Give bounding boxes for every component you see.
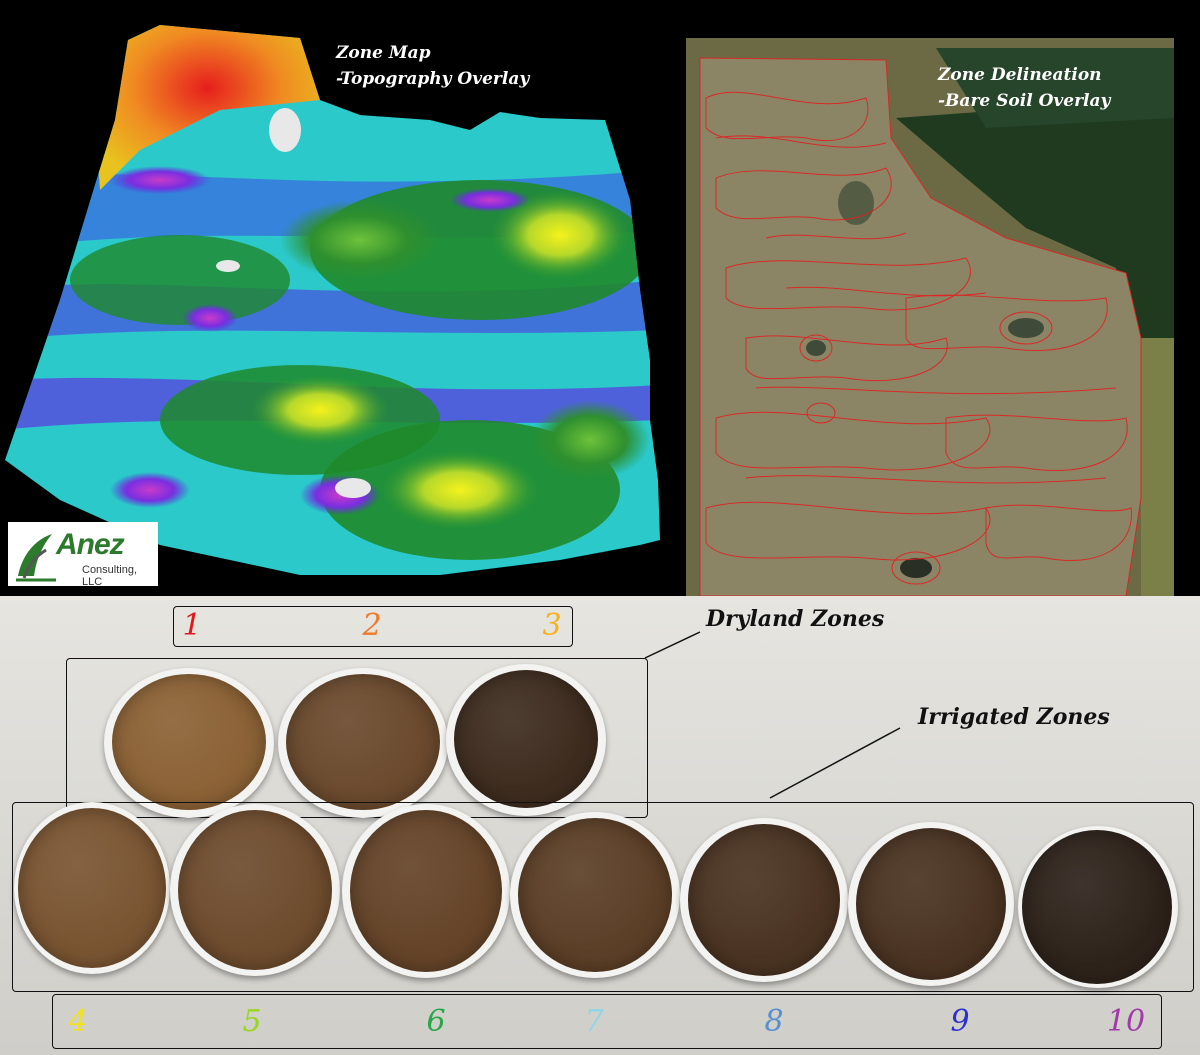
soil-cup-2 — [278, 668, 448, 818]
zone-label-2: 2 — [362, 608, 382, 643]
zone-label-7: 7 — [584, 1004, 604, 1039]
soil-cup-9 — [848, 822, 1014, 986]
soil-cup-3 — [446, 664, 606, 816]
zone-label-4: 4 — [68, 1004, 88, 1039]
soil-sample-6 — [350, 810, 502, 972]
soil-cup-6 — [342, 804, 510, 978]
irrigated-zones-title: Irrigated Zones — [918, 704, 1110, 730]
aerial-title-line2: -Bare Soil Overlay — [938, 91, 1111, 111]
zone-label-5: 5 — [242, 1004, 262, 1039]
soil-sample-10 — [1022, 830, 1172, 984]
aerial-map-graphic — [686, 38, 1174, 596]
soil-sample-1 — [112, 674, 266, 810]
logo-name: Anez — [56, 528, 125, 561]
soil-samples-photo: 1 2 3 Dryland Zones Irrigated Zones 4 5 … — [0, 596, 1200, 1055]
topo-title-line2: -Topography Overlay — [336, 69, 530, 89]
bare-soil-aerial-map: Zone Delineation -Bare Soil Overlay — [686, 38, 1174, 596]
soil-sample-2 — [286, 674, 440, 810]
zone-label-1: 1 — [182, 608, 202, 643]
company-logo: Anez Consulting, LLC — [8, 522, 158, 588]
soil-cup-1 — [104, 668, 274, 818]
zone-label-8: 8 — [764, 1004, 784, 1039]
soil-sample-9 — [856, 828, 1006, 980]
soil-sample-7 — [518, 818, 672, 972]
logo-subtitle: Consulting, LLC — [82, 564, 138, 588]
soil-sample-8 — [688, 824, 840, 976]
zone-label-9: 9 — [950, 1004, 970, 1039]
zone-label-6: 6 — [426, 1004, 446, 1039]
soil-sample-5 — [178, 810, 332, 970]
topo-title-line1: Zone Map — [336, 43, 431, 63]
soil-cup-7 — [510, 812, 680, 978]
soil-cup-5 — [170, 804, 340, 976]
soil-cup-8 — [680, 818, 848, 982]
logo-emblem-icon — [16, 534, 56, 582]
soil-cup-4 — [14, 802, 170, 974]
soil-sample-4 — [18, 808, 166, 968]
dryland-zones-title: Dryland Zones — [706, 606, 885, 632]
topography-zone-map: Zone Map -Topography Overlay Anez Consul… — [0, 0, 672, 596]
soil-sample-3 — [454, 670, 598, 808]
zone-label-3: 3 — [542, 608, 562, 643]
soil-cup-10 — [1018, 826, 1178, 988]
aerial-title-line1: Zone Delineation — [938, 65, 1102, 85]
zone-label-10: 10 — [1106, 1004, 1146, 1039]
